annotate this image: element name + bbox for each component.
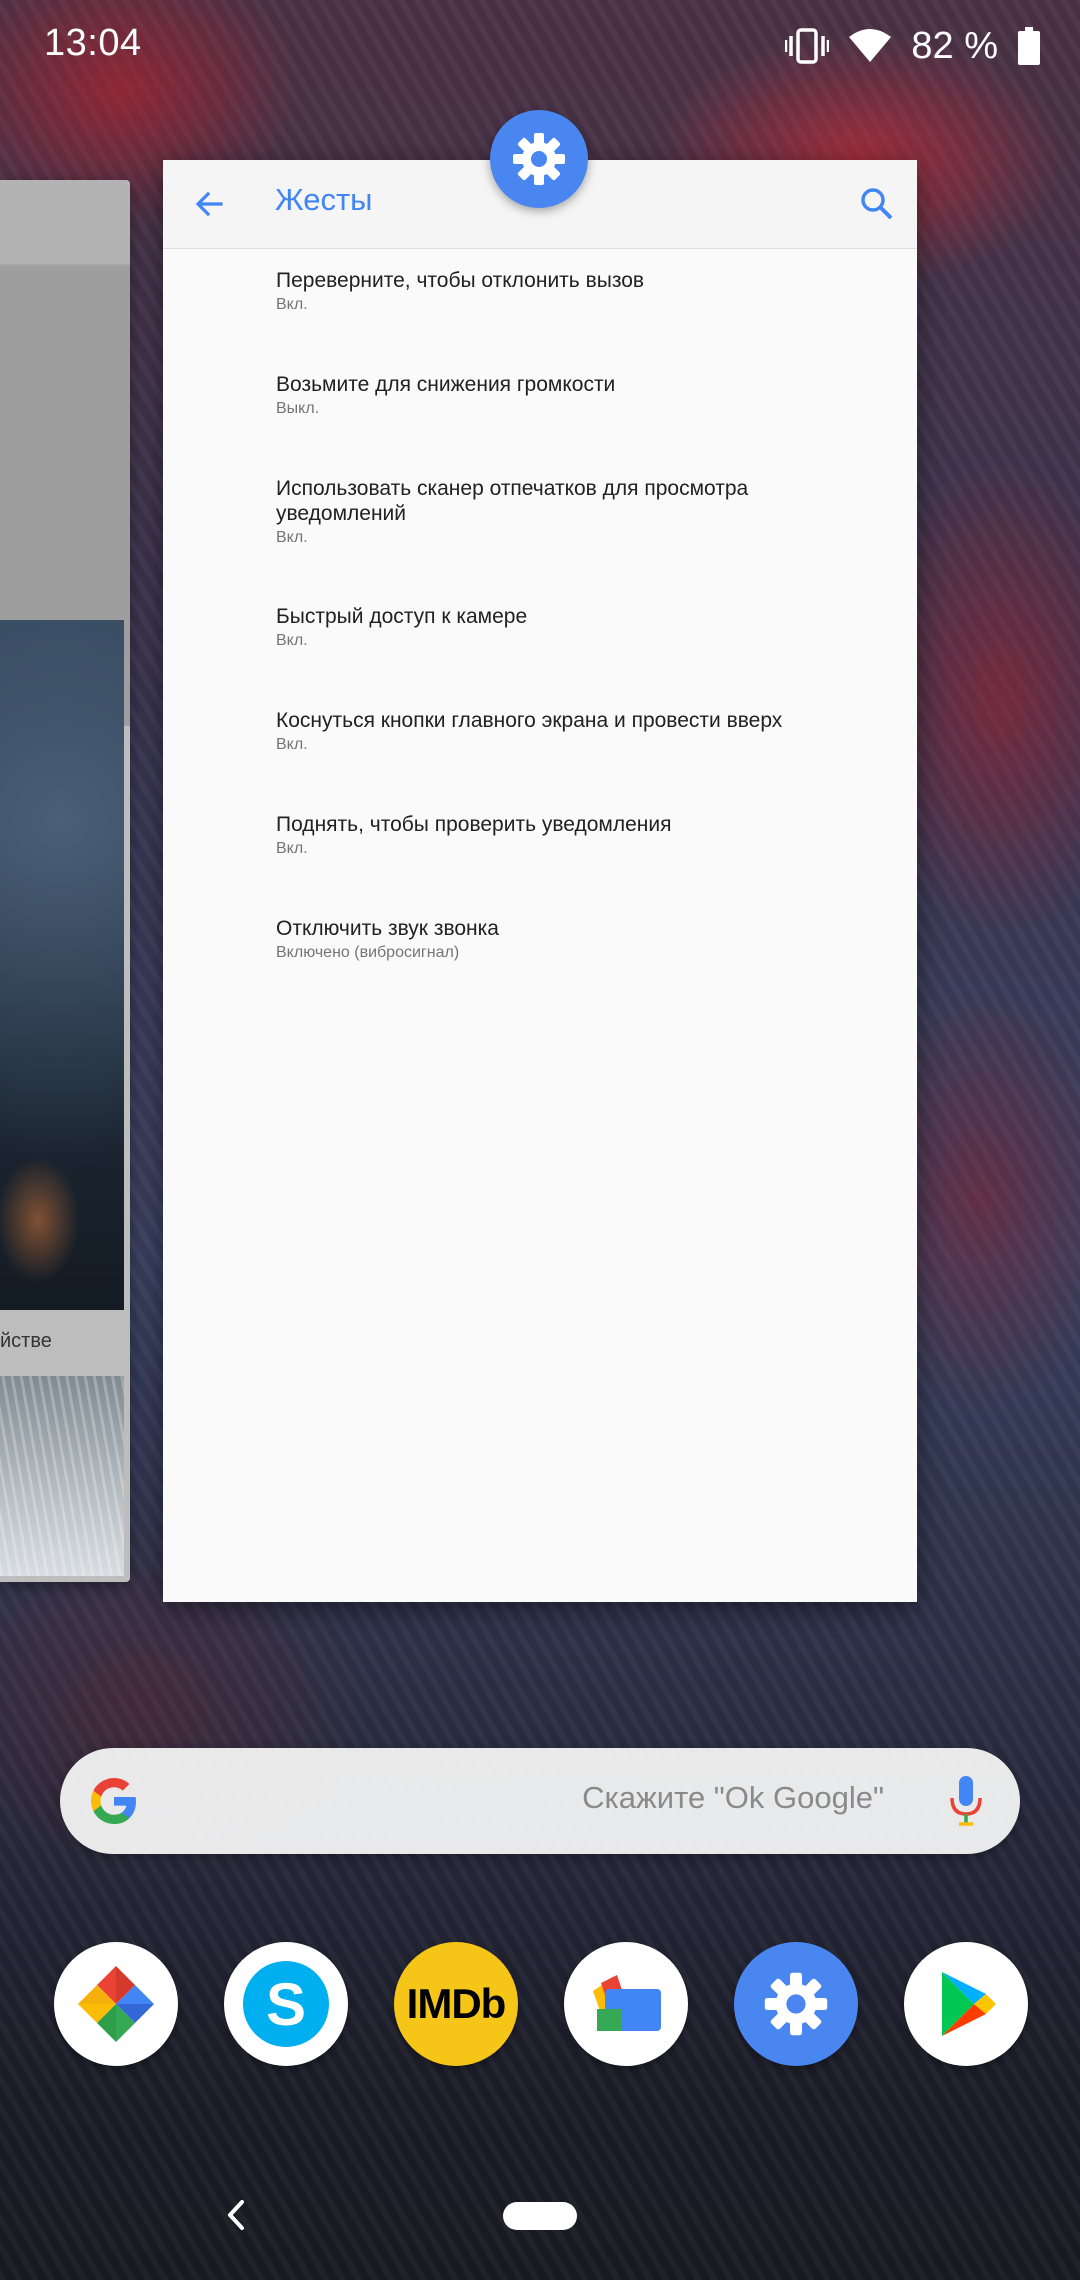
search-hint: Скажите "Ok Google" xyxy=(582,1780,884,1815)
nav-back-icon[interactable] xyxy=(220,2198,254,2232)
list-item-home-swipe-up[interactable]: Коснуться кнопки главного экрана и прове… xyxy=(163,708,917,812)
wifi-icon xyxy=(849,29,892,62)
play-store-app-icon[interactable] xyxy=(904,1942,1028,2066)
skype-letter: S xyxy=(265,1970,307,2038)
gear-icon xyxy=(513,133,565,185)
list-item-pickup-lower-volume[interactable]: Возьмите для снижения громкости Выкл. xyxy=(163,372,917,476)
list-item-title: Поднять, чтобы проверить уведомления xyxy=(276,813,672,836)
page-title: Жесты xyxy=(275,182,373,217)
left-card-header xyxy=(0,180,130,266)
google-search-bar[interactable]: Скажите "Ok Google" xyxy=(60,1748,1020,1854)
nav-home-pill[interactable] xyxy=(503,2202,577,2230)
play-triangle-icon xyxy=(942,1972,996,2036)
status-bar: 13:04 82 % xyxy=(0,0,1080,92)
list-item-title: Быстрый доступ к камере xyxy=(276,605,528,628)
photos-app-icon[interactable] xyxy=(54,1942,178,2066)
left-card-caption: йстве xyxy=(0,1330,52,1352)
list-item-subtitle: Вкл. xyxy=(276,736,308,753)
imdb-app-icon[interactable]: IMDb xyxy=(394,1942,518,2066)
imdb-label: IMDb xyxy=(406,1980,507,2027)
list-item-subtitle: Вкл. xyxy=(276,529,308,546)
list-item-title: Отключить звук звонка xyxy=(276,917,499,940)
battery-percent: 82 % xyxy=(911,24,998,67)
list-item-quick-camera[interactable]: Быстрый доступ к камере Вкл. xyxy=(163,604,917,708)
files-app-icon[interactable] xyxy=(564,1942,688,2066)
mic-icon[interactable] xyxy=(948,1774,984,1828)
list-item-subtitle: Включено (вибросигнал) xyxy=(276,944,460,961)
list-item-title: Использовать сканер отпечатков для просм… xyxy=(276,477,749,525)
left-card-frost-image xyxy=(0,1376,124,1576)
list-item-fingerprint-notifications[interactable]: Использовать сканер отпечатков для просм… xyxy=(163,476,917,604)
search-icon[interactable] xyxy=(857,184,897,224)
settings-gear-icon[interactable] xyxy=(490,110,588,208)
list-item-subtitle: Вкл. xyxy=(276,840,308,857)
list-item-mute-ringer[interactable]: Отключить звук звонка Включено (вибросиг… xyxy=(163,916,917,1020)
settings-list: Переверните, чтобы отклонить вызов Вкл. … xyxy=(163,268,917,1020)
skype-logo-icon: S xyxy=(243,1961,329,2047)
list-item-subtitle: Вкл. xyxy=(276,296,308,313)
recent-app-card-settings[interactable]: Жесты Переверните, чтобы отклонить вызов… xyxy=(163,160,917,1602)
status-icons: 82 % xyxy=(785,22,1040,70)
recent-app-card-left[interactable]: йстве xyxy=(0,180,130,1582)
app-dock: S IMDb xyxy=(0,1942,1080,2066)
list-item-lift-check-notifications[interactable]: Поднять, чтобы проверить уведомления Вкл… xyxy=(163,812,917,916)
gear-icon xyxy=(764,1972,828,2036)
vibrate-icon xyxy=(785,28,830,64)
photos-pinwheel-icon xyxy=(78,1966,154,2042)
battery-icon xyxy=(1018,27,1040,65)
list-item-subtitle: Вкл. xyxy=(276,632,308,649)
list-item-title: Коснуться кнопки главного экрана и прове… xyxy=(276,709,783,732)
skype-app-icon[interactable]: S xyxy=(224,1942,348,2066)
list-item-title: Возьмите для снижения громкости xyxy=(276,373,616,396)
list-item-subtitle: Выкл. xyxy=(276,400,320,417)
google-g-icon xyxy=(91,1778,136,1824)
list-item-flip-reject-call[interactable]: Переверните, чтобы отклонить вызов Вкл. xyxy=(163,268,917,372)
status-time: 13:04 xyxy=(44,22,142,64)
back-arrow-icon[interactable] xyxy=(189,184,229,224)
left-card-balloon-image xyxy=(0,620,124,1310)
settings-app-icon[interactable] xyxy=(734,1942,858,2066)
list-item-title: Переверните, чтобы отклонить вызов xyxy=(276,269,645,292)
files-folder-icon xyxy=(593,1975,661,2031)
